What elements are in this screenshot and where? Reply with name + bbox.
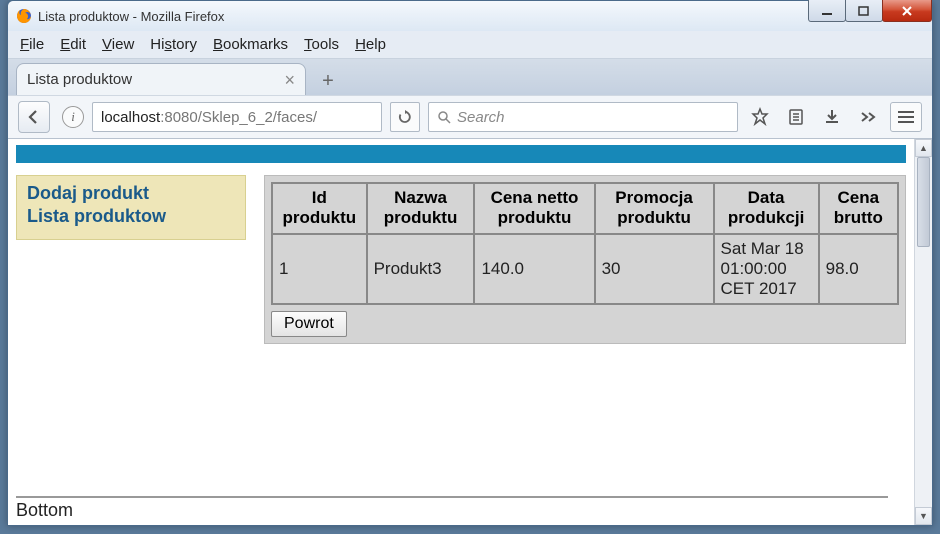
col-gross: Cena brutto — [819, 183, 898, 234]
navbar: i localhost:8080/Sklep_6_2/faces/ Search — [8, 95, 932, 139]
menubar: File Edit View History Bookmarks Tools H… — [8, 31, 932, 59]
maximize-button[interactable] — [845, 0, 883, 22]
menu-help[interactable]: Help — [355, 36, 386, 53]
products-table: Id produktu Nazwa produktu Cena netto pr… — [271, 182, 899, 305]
col-id: Id produktu — [272, 183, 367, 234]
reload-button[interactable] — [390, 102, 420, 132]
url-bar[interactable]: localhost:8080/Sklep_6_2/faces/ — [92, 102, 382, 132]
menu-view[interactable]: View — [102, 36, 134, 53]
minimize-button[interactable] — [808, 0, 846, 22]
cell-id: 1 — [272, 234, 367, 304]
back-button[interactable] — [18, 101, 50, 133]
titlebar: Lista produktow - Mozilla Firefox — [8, 1, 932, 31]
table-header-row: Id produktu Nazwa produktu Cena netto pr… — [272, 183, 898, 234]
scroll-up-icon[interactable]: ▲ — [915, 139, 932, 157]
search-icon — [437, 110, 451, 124]
bookmark-star-icon[interactable] — [746, 103, 774, 131]
reader-icon[interactable] — [782, 103, 810, 131]
footer-bottom: Bottom — [16, 496, 888, 521]
cell-date: Sat Mar 18 01:00:00 CET 2017 — [714, 234, 819, 304]
window-title: Lista produktow - Mozilla Firefox — [38, 9, 224, 24]
url-rest: :8080/Sklep_6_2/faces/ — [160, 109, 317, 126]
tab-title: Lista produktow — [27, 71, 132, 88]
cell-promo: 30 — [595, 234, 714, 304]
scroll-down-icon[interactable]: ▼ — [915, 507, 932, 525]
scroll-thumb[interactable] — [917, 157, 930, 247]
col-name: Nazwa produktu — [367, 183, 475, 234]
link-list-products[interactable]: Lista produktow — [27, 205, 235, 228]
header-bar — [16, 145, 906, 163]
col-netprice: Cena netto produktu — [474, 183, 594, 234]
tab-active[interactable]: Lista produktow × — [16, 63, 306, 95]
new-tab-button[interactable]: + — [312, 67, 344, 95]
menu-tools[interactable]: Tools — [304, 36, 339, 53]
arrow-left-icon — [25, 108, 43, 126]
menu-history[interactable]: History — [150, 36, 197, 53]
url-host: localhost — [101, 109, 160, 126]
content-area: Dodaj produkt Lista produktow Id produkt… — [8, 139, 932, 525]
table-row: 1 Produkt3 140.0 30 Sat Mar 18 01:00:00 … — [272, 234, 898, 304]
return-button[interactable]: Powrot — [271, 311, 347, 337]
page: Dodaj produkt Lista produktow Id produkt… — [8, 139, 914, 525]
cell-gross: 98.0 — [819, 234, 898, 304]
hamburger-menu[interactable] — [890, 102, 922, 132]
tab-close-icon[interactable]: × — [284, 71, 295, 89]
downloads-icon[interactable] — [818, 103, 846, 131]
search-placeholder: Search — [457, 109, 505, 126]
menu-file[interactable]: File — [20, 36, 44, 53]
menu-edit[interactable]: Edit — [60, 36, 86, 53]
link-add-product[interactable]: Dodaj produkt — [27, 182, 235, 205]
search-bar[interactable]: Search — [428, 102, 738, 132]
close-button[interactable] — [882, 0, 932, 22]
cell-netprice: 140.0 — [474, 234, 594, 304]
col-promo: Promocja produktu — [595, 183, 714, 234]
cell-name: Produkt3 — [367, 234, 475, 304]
firefox-window: Lista produktow - Mozilla Firefox File E… — [7, 0, 933, 526]
reload-icon — [397, 109, 413, 125]
hamburger-icon — [897, 110, 915, 124]
site-info-icon[interactable]: i — [62, 106, 84, 128]
close-icon — [900, 4, 914, 18]
maximize-icon — [858, 5, 870, 17]
overflow-icon[interactable] — [854, 103, 882, 131]
vertical-scrollbar[interactable]: ▲ ▼ — [914, 139, 932, 525]
side-nav: Dodaj produkt Lista produktow — [16, 175, 246, 240]
tabstrip: Lista produktow × + — [8, 59, 932, 95]
menu-bookmarks[interactable]: Bookmarks — [213, 36, 288, 53]
minimize-icon — [821, 5, 833, 17]
window-controls — [809, 0, 932, 22]
main-panel: Id produktu Nazwa produktu Cena netto pr… — [264, 175, 906, 344]
col-date: Data produkcji — [714, 183, 819, 234]
firefox-icon — [16, 8, 32, 24]
